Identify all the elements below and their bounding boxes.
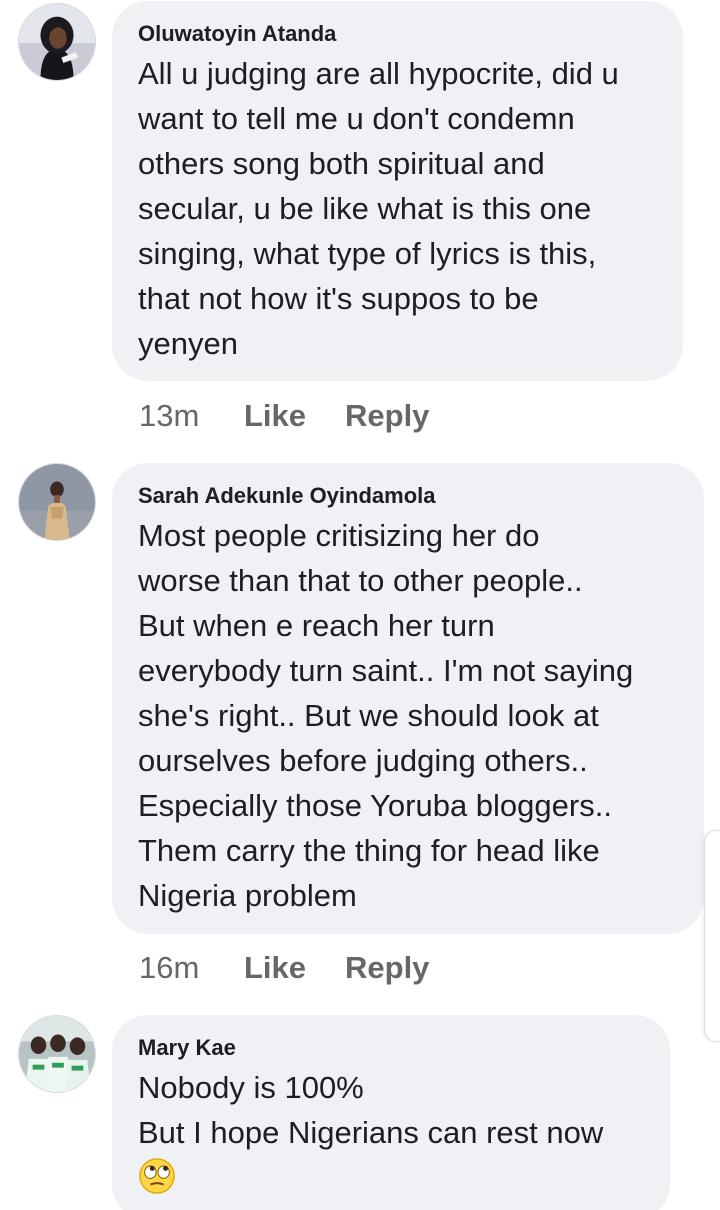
avatar-sarah-adekunle-oyindamola[interactable]: [18, 463, 96, 541]
comments-thread: Oluwatoyin Atanda All u judging are all …: [0, 0, 720, 1210]
comment-author[interactable]: Oluwatoyin Atanda: [138, 19, 659, 49]
scrollbar-thumb[interactable]: [704, 830, 720, 1042]
comment-actions: 16m Like Reply: [139, 948, 429, 988]
like-button[interactable]: Like: [244, 950, 345, 986]
comment-actions: 13m Like Reply: [139, 396, 429, 436]
comment-author[interactable]: Sarah Adekunle Oyindamola: [138, 481, 680, 511]
comment-author[interactable]: Mary Kae: [138, 1033, 646, 1063]
comment-text: All u judging are all hypocrite, did u w…: [138, 56, 619, 361]
face-with-rolling-eyes-emoji: [138, 1157, 176, 1195]
comment-bubble: Mary Kae Nobody is 100% But I hope Niger…: [112, 1015, 670, 1210]
avatar-mary-kae[interactable]: [18, 1015, 96, 1093]
comment-text: Nobody is 100% But I hope Nigerians can …: [138, 1070, 604, 1150]
comment-bubble: Sarah Adekunle Oyindamola Most people cr…: [112, 463, 704, 934]
reply-button[interactable]: Reply: [345, 950, 429, 986]
like-button[interactable]: Like: [244, 398, 345, 434]
comment-timestamp[interactable]: 16m: [139, 950, 244, 986]
avatar-oluwatoyin-atanda[interactable]: [18, 3, 96, 81]
reply-button[interactable]: Reply: [345, 398, 429, 434]
comment-timestamp[interactable]: 13m: [139, 398, 244, 434]
comment-text: Most people critisizing her do worse tha…: [138, 518, 634, 913]
comment-bubble: Oluwatoyin Atanda All u judging are all …: [112, 1, 683, 381]
